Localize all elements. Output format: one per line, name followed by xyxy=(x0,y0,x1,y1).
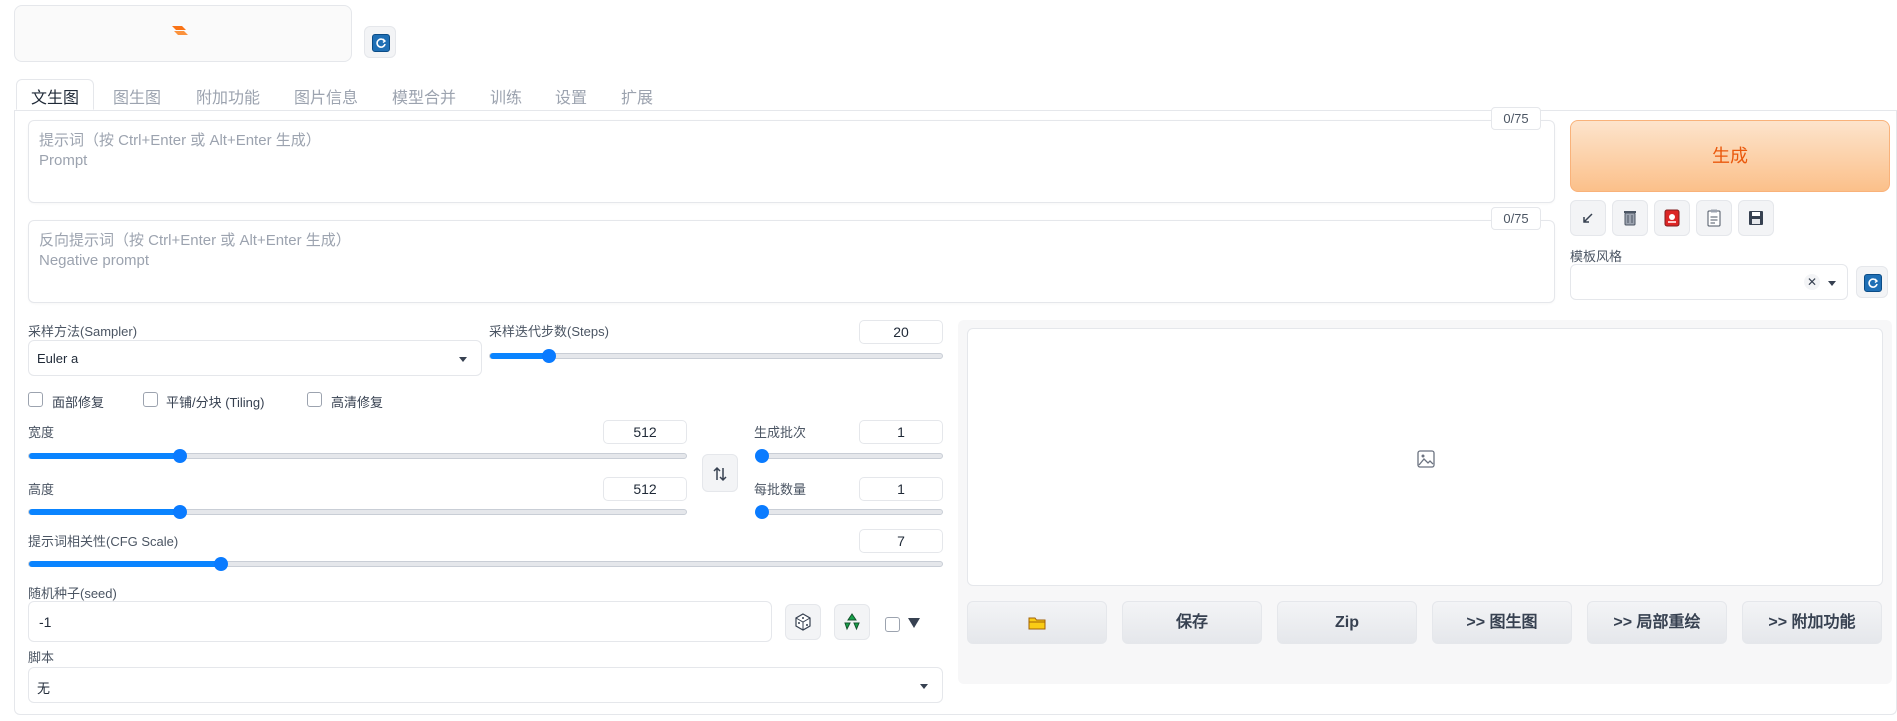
prompt-placeholder: 提示词（按 Ctrl+Enter 或 Alt+Enter 生成） Prompt xyxy=(39,132,321,169)
clear-styles-icon[interactable]: ✕ xyxy=(1804,274,1820,290)
width-slider-thumb[interactable] xyxy=(173,449,188,463)
negative-prompt-textarea[interactable]: 反向提示词（按 Ctrl+Enter 或 Alt+Enter 生成） Negat… xyxy=(28,220,1555,303)
output-image-area xyxy=(967,328,1883,586)
styles-label: 模板风格 xyxy=(1570,249,1623,264)
tab-png-info[interactable]: 图片信息 xyxy=(294,80,358,111)
tab-train[interactable]: 训练 xyxy=(490,80,522,111)
refresh-icon xyxy=(372,34,390,52)
chevron-down-icon xyxy=(1828,281,1836,286)
batch-count-label: 生成批次 xyxy=(754,425,807,440)
save-button[interactable]: 保存 xyxy=(1122,601,1262,644)
cfg-scale-label: 提示词相关性(CFG Scale) xyxy=(28,534,179,549)
negative-prompt-placeholder: 反向提示词（按 Ctrl+Enter 或 Alt+Enter 生成） Negat… xyxy=(39,232,351,269)
send-to-extras-button[interactable]: >> 附加功能 xyxy=(1742,601,1882,644)
clipboard-icon xyxy=(1707,209,1721,227)
red-card-icon xyxy=(1664,209,1680,227)
seed-input[interactable]: -1 xyxy=(28,601,772,642)
restore-faces-checkbox[interactable] xyxy=(28,392,43,407)
cfg-scale-number-input[interactable]: 7 xyxy=(859,529,943,553)
width-number-input[interactable]: 512 xyxy=(603,420,687,444)
refresh-model-button[interactable] xyxy=(364,26,396,58)
tab-settings[interactable]: 设置 xyxy=(555,80,587,111)
extra-seed-toggle-icon[interactable] xyxy=(908,618,920,628)
clear-prompt-button[interactable] xyxy=(1612,200,1648,236)
tab-extras[interactable]: 附加功能 xyxy=(196,80,260,111)
script-label: 脚本 xyxy=(28,650,55,665)
chevron-down-icon xyxy=(459,357,467,362)
negative-prompt-token-counter: 0/75 xyxy=(1491,207,1541,230)
width-label: 宽度 xyxy=(28,425,55,440)
height-slider-thumb[interactable] xyxy=(173,505,188,519)
batch-size-label: 每批数量 xyxy=(754,482,807,497)
swap-arrows-icon xyxy=(713,466,727,482)
hires-fix-label: 高清修复 xyxy=(331,395,384,410)
script-value: 无 xyxy=(37,681,51,696)
trash-icon xyxy=(1624,211,1636,226)
sampler-label: 采样方法(Sampler) xyxy=(28,324,138,339)
reuse-seed-button[interactable] xyxy=(834,604,870,640)
prompt-token-counter: 0/75 xyxy=(1491,107,1541,130)
dice-icon xyxy=(795,613,811,631)
swap-dimensions-button[interactable] xyxy=(702,454,738,492)
hires-fix-checkbox[interactable] xyxy=(307,392,322,407)
tiling-checkbox[interactable] xyxy=(143,392,158,407)
steps-label: 采样迭代步数(Steps) xyxy=(489,324,609,339)
chevron-down-icon xyxy=(920,684,928,689)
image-placeholder-icon xyxy=(1417,450,1435,468)
tab-img2img[interactable]: 图生图 xyxy=(113,80,161,111)
seed-value: -1 xyxy=(39,614,52,630)
tiling-label: 平铺/分块 (Tiling) xyxy=(166,395,265,410)
model-logo-icon xyxy=(172,26,188,35)
save-disk-icon xyxy=(1749,211,1763,225)
extra-seed-checkbox[interactable] xyxy=(885,617,900,632)
batch-size-slider-thumb[interactable] xyxy=(755,505,769,519)
batch-size-number-input[interactable]: 1 xyxy=(859,477,943,501)
send-to-inpaint-button[interactable]: >> 局部重绘 xyxy=(1587,601,1727,644)
open-folder-button[interactable] xyxy=(967,601,1107,644)
script-dropdown[interactable]: 无 xyxy=(28,667,943,703)
random-seed-button[interactable] xyxy=(785,604,821,640)
cfg-scale-slider-thumb[interactable] xyxy=(213,557,228,571)
steps-slider[interactable] xyxy=(489,349,943,363)
cfg-scale-slider[interactable] xyxy=(28,557,943,571)
refresh-icon xyxy=(1864,274,1882,292)
styles-dropdown[interactable]: ✕ xyxy=(1570,264,1848,300)
tab-txt2img[interactable]: 文生图 xyxy=(16,79,95,110)
tab-extensions[interactable]: 扩展 xyxy=(621,80,653,111)
read-params-button[interactable] xyxy=(1570,200,1606,236)
batch-count-number-input[interactable]: 1 xyxy=(859,420,943,444)
batch-count-slider-thumb[interactable] xyxy=(755,449,769,463)
steps-slider-thumb[interactable] xyxy=(541,349,556,363)
show-extra-networks-button[interactable] xyxy=(1654,200,1690,236)
recycle-icon xyxy=(844,613,860,631)
save-style-button[interactable] xyxy=(1738,200,1774,236)
sampler-dropdown[interactable]: Euler a xyxy=(28,340,482,376)
restore-faces-label: 面部修复 xyxy=(52,395,105,410)
height-label: 高度 xyxy=(28,482,55,497)
apply-styles-button[interactable] xyxy=(1696,200,1732,236)
refresh-styles-button[interactable] xyxy=(1856,266,1888,298)
batch-count-slider[interactable] xyxy=(755,449,943,463)
prompt-textarea[interactable]: 提示词（按 Ctrl+Enter 或 Alt+Enter 生成） Prompt xyxy=(28,120,1555,203)
sampler-value: Euler a xyxy=(37,351,79,366)
zip-button[interactable]: Zip xyxy=(1277,601,1417,644)
height-slider[interactable] xyxy=(28,505,687,519)
height-number-input[interactable]: 512 xyxy=(603,477,687,501)
folder-icon xyxy=(1028,617,1046,630)
tab-checkpoint-merger[interactable]: 模型合并 xyxy=(392,80,456,111)
generate-button[interactable]: 生成 xyxy=(1570,120,1890,192)
seed-label: 随机种子(seed) xyxy=(28,586,117,601)
width-slider[interactable] xyxy=(28,449,687,463)
steps-number-input[interactable]: 20 xyxy=(859,320,943,344)
batch-size-slider[interactable] xyxy=(755,505,943,519)
arrow-icon xyxy=(1583,213,1593,223)
send-to-img2img-button[interactable]: >> 图生图 xyxy=(1432,601,1572,644)
